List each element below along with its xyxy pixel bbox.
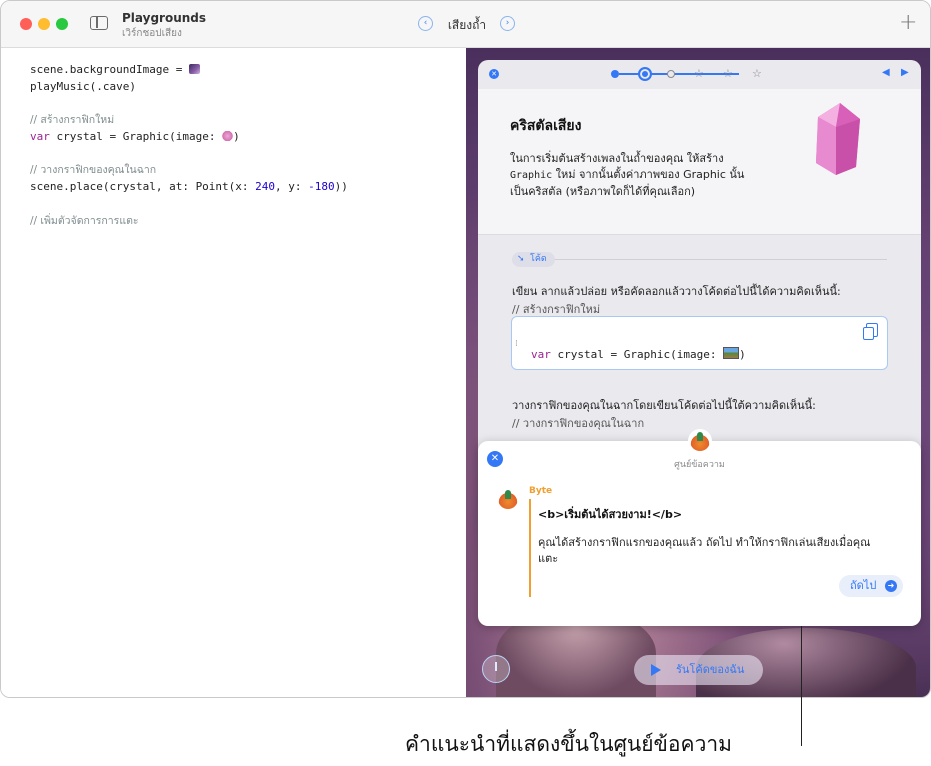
code-comment: // วางกราฟิกของคุณในฉาก <box>30 164 157 176</box>
byte-avatar <box>688 429 712 453</box>
run-code-button[interactable]: รันโค้ดของฉัน <box>634 655 763 685</box>
code-line: var crystal = Graphic(image: ) <box>30 130 240 143</box>
code-snippet[interactable]: ⁞ var crystal = Graphic(image: ) <box>511 316 888 370</box>
message-center: ✕ ศูนย์ข้อความ Byte <b>เริ่มต้นได้สวยงาม… <box>478 429 921 626</box>
chevron-left-icon[interactable]: ‹ <box>418 16 433 31</box>
code-line: scene.place(crystal, at: Point(x: 240, y… <box>30 180 348 193</box>
star-icon[interactable]: ☆ <box>752 67 762 80</box>
progress-step[interactable] <box>667 70 675 78</box>
chevron-right-icon[interactable]: › <box>500 16 515 31</box>
plus-icon[interactable]: + <box>899 10 917 35</box>
section-divider <box>512 259 887 260</box>
guide-title: คริสตัลเสียง <box>510 118 582 134</box>
code-editor[interactable]: scene.backgroundImage = playMusic(.cave)… <box>1 48 466 697</box>
code-comment: // สร้างกราฟิกใหม่ <box>30 114 115 126</box>
cave-image-thumbnail[interactable] <box>188 64 200 74</box>
callout-leader-line <box>801 626 802 746</box>
progress-line <box>619 73 739 75</box>
minimize-window-button[interactable] <box>38 18 50 30</box>
app-subtitle: เวิร์กชอปเสียง <box>122 28 182 39</box>
message-title: <b>เริ่มต้นได้สวยงาม!</b> <box>538 508 683 521</box>
code-line: scene.backgroundImage = <box>30 63 200 77</box>
crystal-image <box>816 103 860 175</box>
play-icon <box>651 664 661 676</box>
guide-header: คริสตัลเสียง ในการเริ่มต้นสร้างเพลงในถ้ำ… <box>478 89 921 235</box>
message-body: คุณได้สร้างกราฟิกแรกของคุณแล้ว ถัดไป ทำใ… <box>538 536 871 565</box>
code-comment: // เพิ่มตัวจัดการการแตะ <box>30 215 139 227</box>
triangle-left-icon[interactable]: ◀ <box>882 67 890 78</box>
page-name: เสียงถ้ำ <box>447 18 487 32</box>
image-placeholder-icon[interactable] <box>723 347 740 359</box>
copy-icon[interactable] <box>863 323 878 340</box>
close-window-button[interactable] <box>20 18 32 30</box>
code-section-tag: ➘ โค้ด <box>512 252 555 267</box>
instruction-text: วางกราฟิกของคุณในฉากโดยเขียนโค้ดต่อไปนี้… <box>512 399 816 412</box>
message-sender: Byte <box>529 486 553 496</box>
byte-icon <box>690 431 710 451</box>
star-icon[interactable]: ☆ <box>694 67 704 80</box>
close-icon[interactable]: ✕ <box>489 69 499 79</box>
live-view[interactable]: ✕ ☆ ☆ ☆ ◀ ▶ คริสตัลเสียง ในการเริ่มต้นสร… <box>466 48 930 697</box>
app-title: Playgrounds <box>122 11 207 25</box>
sidebar-toggle-icon[interactable] <box>90 16 108 30</box>
guide-intro: ในการเริ่มต้นสร้างเพลงในถ้ำของคุณ ให้สร้… <box>510 152 745 198</box>
swift-icon: ➘ <box>517 254 525 264</box>
progress-step-current[interactable] <box>638 67 652 81</box>
message-accent-bar <box>529 499 531 597</box>
star-icon[interactable]: ☆ <box>723 67 733 80</box>
callout-caption: คำแนะนำที่แสดงขึ้นในศูนย์ข้อความ <box>405 732 732 756</box>
message-center-title: ศูนย์ข้อความ <box>674 460 725 470</box>
next-button[interactable]: ถัดไป ➜ <box>839 575 903 597</box>
drag-handle-icon[interactable]: ⁞ <box>515 339 518 349</box>
instruction-comment: // วางกราฟิกของคุณในฉาก <box>512 417 645 430</box>
playgrounds-window: Playgrounds เวิร์กชอปเสียง ‹ เสียงถ้ำ › … <box>0 0 931 698</box>
byte-icon <box>498 489 518 509</box>
step-progress: ☆ ☆ ☆ <box>611 66 771 82</box>
snippet-code: var crystal = Graphic(image: ) <box>531 347 746 361</box>
crystal-image-thumbnail[interactable] <box>222 131 234 141</box>
code-line: playMusic(.cave) <box>30 80 136 93</box>
instruction-text: เขียน ลากแล้วปล่อย หรือคัดลอกแล้ววางโค้ด… <box>512 285 841 298</box>
title-bar: Playgrounds เวิร์กชอปเสียง ‹ เสียงถ้ำ › … <box>1 1 930 48</box>
arrow-right-icon: ➜ <box>885 580 897 592</box>
speed-meter-icon[interactable] <box>482 655 510 683</box>
zoom-window-button[interactable] <box>56 18 68 30</box>
progress-step[interactable] <box>611 70 619 78</box>
triangle-right-icon[interactable]: ▶ <box>901 67 909 78</box>
